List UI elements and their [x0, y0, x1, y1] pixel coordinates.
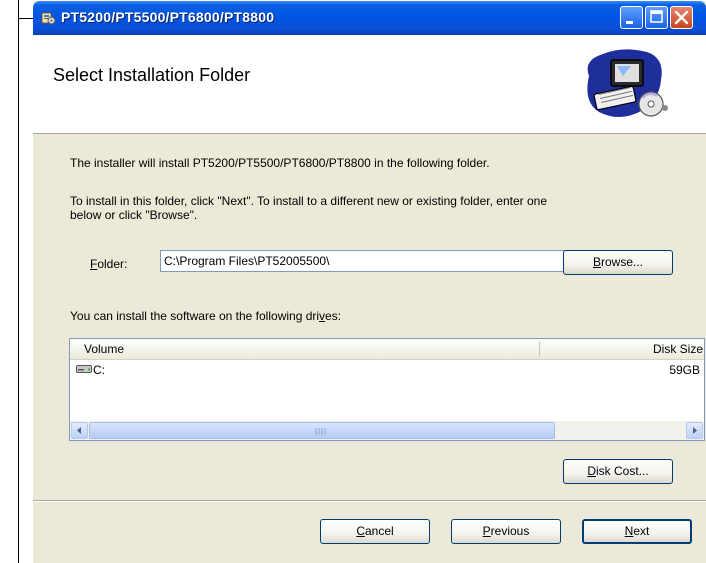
close-button[interactable] — [670, 6, 693, 29]
folder-label-text: older: — [97, 257, 128, 271]
background-divider-vertical — [18, 0, 19, 563]
previous-accesskey: P — [482, 524, 491, 538]
drives-text: You can install the software on the foll… — [70, 309, 341, 323]
next-button[interactable]: Next — [582, 519, 692, 544]
column-header-volume[interactable]: Volume — [84, 342, 124, 356]
scrollbar-thumb[interactable] — [89, 422, 555, 439]
cancel-accesskey: C — [356, 524, 365, 538]
minimize-icon — [626, 21, 633, 24]
browse-label: rowse... — [601, 255, 644, 269]
drive-disk-size: 59GB — [669, 363, 700, 377]
drives-list[interactable]: Volume Disk Size C: 59GB — [69, 338, 705, 441]
grip-icon — [315, 428, 326, 435]
drives-text-part2: es: — [325, 309, 342, 323]
browse-button[interactable]: Browse... — [563, 250, 673, 275]
scroll-right-button[interactable] — [686, 422, 703, 439]
maximize-icon — [650, 10, 663, 23]
minimize-button[interactable] — [620, 6, 643, 29]
chevron-left-icon — [77, 427, 81, 434]
page-title: Select Installation Folder — [53, 65, 251, 85]
folder-label: Folder: — [90, 257, 127, 271]
drives-list-header: Volume Disk Size — [70, 339, 704, 360]
footer-divider-highlight — [33, 501, 706, 502]
intro-text: The installer will install PT5200/PT5500… — [70, 156, 490, 170]
table-row[interactable]: C: 59GB — [74, 361, 702, 379]
chevron-right-icon — [693, 427, 697, 434]
cancel-label: ancel — [364, 524, 394, 538]
previous-button[interactable]: Previous — [451, 519, 561, 544]
computer-cd-icon — [587, 49, 668, 117]
maximize-button[interactable] — [645, 6, 668, 29]
installer-app-icon — [41, 12, 56, 25]
drives-text-part1: You can install the software on the foll… — [70, 309, 320, 323]
close-icon — [674, 10, 689, 25]
scroll-left-button[interactable] — [71, 422, 88, 439]
horizontal-scrollbar[interactable] — [70, 421, 704, 440]
instruction-text-line1: To install in this folder, click "Next".… — [70, 194, 547, 208]
hard-drive-icon — [76, 365, 92, 373]
installer-window: PT5200/PT5500/PT6800/PT8800 Select Insta… — [33, 1, 706, 563]
instruction-text-line2: below or click "Browse". — [70, 208, 198, 222]
folder-path-input[interactable] — [160, 250, 570, 272]
browse-accesskey: B — [592, 255, 601, 269]
title-bar[interactable]: PT5200/PT5500/PT6800/PT8800 — [33, 1, 706, 35]
column-header-disk-size[interactable]: Disk Size — [653, 342, 703, 356]
disk-cost-label: isk Cost... — [595, 464, 649, 478]
header-banner: Select Installation Folder — [33, 35, 706, 134]
drive-volume: C: — [93, 363, 105, 377]
previous-label: revious — [490, 524, 530, 538]
disk-cost-accesskey: D — [587, 464, 596, 478]
next-label: ext — [633, 524, 650, 538]
column-separator[interactable] — [539, 342, 540, 356]
window-title: PT5200/PT5500/PT6800/PT8800 — [61, 9, 275, 25]
disk-cost-button[interactable]: Disk Cost... — [563, 459, 673, 484]
cancel-button[interactable]: Cancel — [320, 519, 430, 544]
